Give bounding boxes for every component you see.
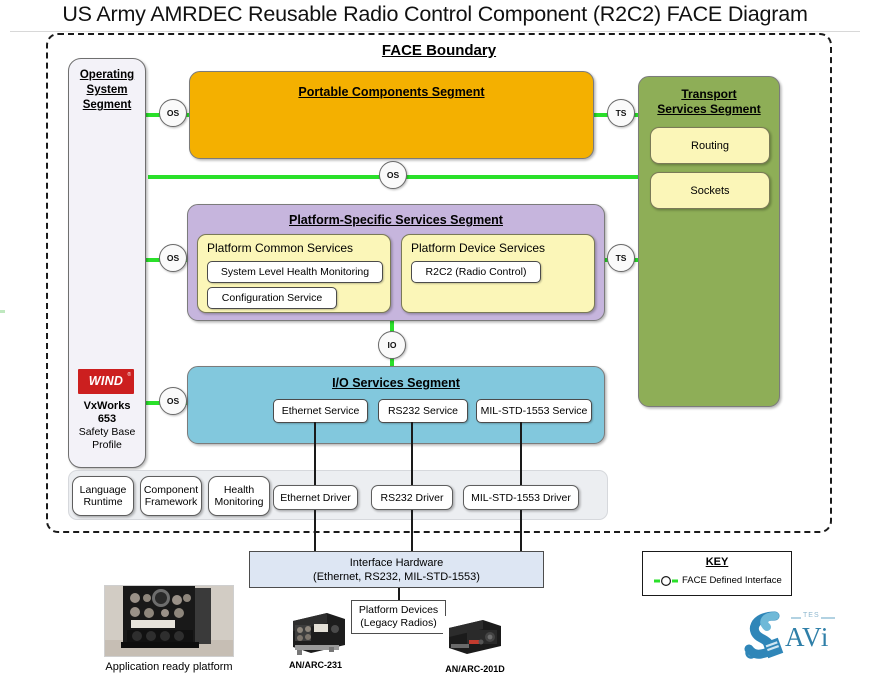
- key-legend-title: KEY: [705, 556, 729, 568]
- platform-specific-services-segment-title: Platform-Specific Services Segment: [289, 213, 503, 227]
- tss-title-line-1: Transport: [681, 87, 737, 101]
- ethernet-driver-box[interactable]: Ethernet Driver: [273, 485, 358, 510]
- platform-devices-box[interactable]: Platform Devices (Legacy Radios): [351, 600, 446, 634]
- platform-device-services-title: Platform Device Services: [411, 241, 546, 255]
- os-interface-circle-ios[interactable]: OS: [159, 387, 187, 415]
- rs232-service-item[interactable]: RS232 Service: [378, 399, 468, 423]
- operating-system-segment-title: Operating System Segment: [68, 68, 146, 113]
- vxworks-profile-line-1: Safety Base: [78, 426, 136, 438]
- os-interface-circle-pss[interactable]: OS: [159, 244, 187, 272]
- connector-rs232-service-driver: [411, 422, 413, 485]
- os-interface-circle-pcs[interactable]: OS: [159, 99, 187, 127]
- r2c2-radio-control-item[interactable]: R2C2 (Radio Control): [411, 261, 541, 283]
- interface-hardware-line-2: (Ethernet, RS232, MIL-STD-1553): [313, 570, 480, 583]
- mil-std-1553-service-item[interactable]: MIL-STD-1553 Service: [476, 399, 592, 423]
- health-monitoring-box[interactable]: Health Monitoring: [208, 476, 270, 516]
- portable-components-segment-title: Portable Components Segment: [298, 85, 485, 99]
- connector-ethernet-service-driver: [314, 422, 316, 485]
- io-services-segment[interactable]: I/O Services Segment Ethernet Service RS…: [187, 366, 605, 444]
- key-legend-label: FACE Defined Interface: [682, 574, 782, 586]
- key-legend-entry: FACE Defined Interface: [654, 572, 784, 588]
- wind-river-logo-text: WIND: [88, 374, 124, 388]
- application-ready-platform-photo: [104, 585, 234, 657]
- language-runtime-line-2: Runtime: [83, 496, 123, 508]
- page-title: US Army AMRDEC Reusable Radio Control Co…: [62, 2, 808, 26]
- ts-interface-circle-pss[interactable]: TS: [607, 244, 635, 272]
- connector-mil1553-driver-hw: [520, 510, 522, 551]
- sockets-item[interactable]: Sockets: [650, 172, 770, 209]
- connector-mil1553-service-driver: [520, 422, 522, 485]
- face-boundary-label: FACE Boundary: [381, 42, 497, 59]
- face-line-ts-pcs-left: [594, 113, 608, 117]
- configuration-service-item[interactable]: Configuration Service: [207, 287, 337, 309]
- an-arc-231-caption: AN/ARC-231: [288, 660, 342, 670]
- an-arc-201d-photo: [443, 616, 505, 656]
- edge-artifact: [0, 310, 5, 313]
- component-framework-line-2: Framework: [144, 496, 198, 508]
- os-title-line-1: Operating: [79, 69, 135, 81]
- ethernet-service-item[interactable]: Ethernet Service: [273, 399, 368, 423]
- portable-components-segment[interactable]: Portable Components Segment: [189, 71, 594, 159]
- health-monitoring-line-2: Monitoring: [214, 496, 264, 508]
- savi-logo-tes-text: TES: [803, 612, 820, 619]
- platform-common-services-title: Platform Common Services: [207, 241, 354, 255]
- interface-hardware-line-1: Interface Hardware: [349, 556, 444, 569]
- transport-services-segment[interactable]: Transport Services Segment Routing Socke…: [638, 76, 780, 407]
- platform-devices-line-2: (Legacy Radios): [360, 617, 437, 629]
- an-arc-231-photo: [283, 609, 348, 657]
- os-title-line-2: System: [86, 84, 128, 96]
- io-services-segment-title: I/O Services Segment: [332, 376, 460, 390]
- face-line-os-ios-left: [146, 401, 160, 405]
- io-interface-circle[interactable]: IO: [378, 331, 406, 359]
- vxworks-profile-line-2: Profile: [92, 439, 122, 451]
- an-arc-201d-caption: AN/ARC-201D: [445, 664, 505, 674]
- health-monitoring-line-1: Health: [223, 483, 255, 496]
- platform-devices-line-1: Platform Devices: [358, 604, 439, 616]
- connector-ethernet-driver-hw: [314, 510, 316, 551]
- component-framework-box[interactable]: Component Framework: [140, 476, 202, 516]
- savi-logo-word: AVi: [785, 622, 830, 652]
- system-level-health-monitoring-item[interactable]: System Level Health Monitoring: [207, 261, 383, 283]
- rs232-driver-box[interactable]: RS232 Driver: [371, 485, 453, 510]
- routing-item[interactable]: Routing: [650, 127, 770, 164]
- os-interface-circle-bus[interactable]: OS: [379, 161, 407, 189]
- face-line-os-pss-left: [146, 258, 160, 262]
- vxworks-info: VxWorks 653 Safety Base Profile: [70, 400, 144, 452]
- platform-device-services-group[interactable]: Platform Device Services R2C2 (Radio Con…: [401, 234, 595, 313]
- ts-interface-circle-pcs[interactable]: TS: [607, 99, 635, 127]
- vxworks-name: VxWorks: [83, 400, 131, 412]
- face-line-os-pcs-left: [146, 113, 160, 117]
- interface-hardware-box[interactable]: Interface Hardware (Ethernet, RS232, MIL…: [249, 551, 544, 588]
- mil-std-1553-driver-box[interactable]: MIL-STD-1553 Driver: [463, 485, 579, 510]
- application-ready-platform-caption: Application ready platform: [105, 661, 233, 673]
- platform-specific-services-segment[interactable]: Platform-Specific Services Segment Platf…: [187, 204, 605, 321]
- component-framework-line-1: Component: [143, 483, 199, 496]
- language-runtime-box[interactable]: Language Runtime: [72, 476, 134, 516]
- connector-hw-platform-devices: [398, 588, 400, 600]
- tss-title-line-2: Services Segment: [657, 102, 761, 116]
- os-title-line-3: Segment: [82, 99, 132, 111]
- transport-services-segment-title: Transport Services Segment: [639, 87, 779, 117]
- savi-logo: TES AVi: [735, 606, 850, 668]
- language-runtime-line-1: Language: [79, 483, 127, 496]
- face-defined-interface-icon: [654, 574, 678, 587]
- platform-common-services-group[interactable]: Platform Common Services System Level He…: [197, 234, 391, 313]
- vxworks-version: 653: [97, 413, 117, 425]
- connector-rs232-driver-hw: [411, 510, 413, 551]
- title-divider: [10, 31, 860, 32]
